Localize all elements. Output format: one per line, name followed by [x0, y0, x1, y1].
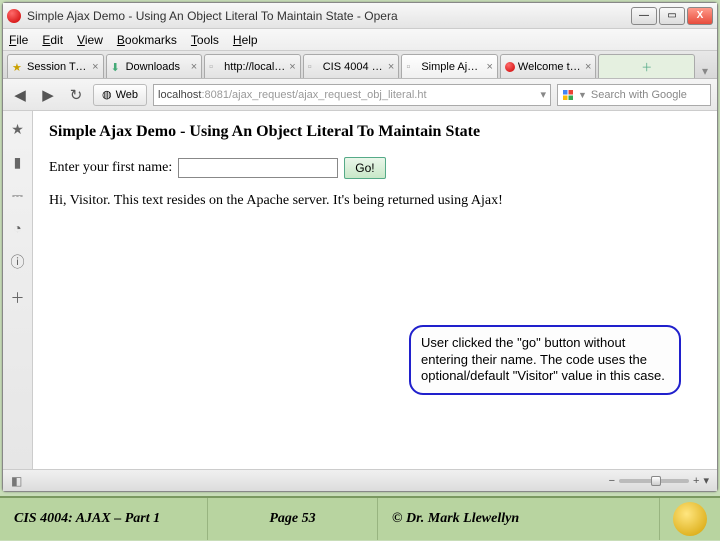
- url-host: localhost: [158, 89, 201, 101]
- sidebar-notes-icon[interactable]: ▮: [14, 154, 22, 171]
- sidebar-bookmarks-icon[interactable]: ★: [11, 121, 24, 138]
- maximize-button[interactable]: ▭: [659, 7, 685, 25]
- window-controls: — ▭ X: [631, 7, 713, 25]
- menu-help[interactable]: Help: [233, 33, 258, 47]
- page-content: Simple Ajax Demo - Using An Object Liter…: [33, 111, 717, 469]
- url-rest: :8081/ajax_request/ajax_request_obj_lite…: [201, 89, 426, 101]
- side-panel: ★ ▮ ⎓ ◔ ⓘ ＋: [3, 111, 33, 469]
- footer-page: Page 53: [208, 498, 378, 540]
- go-button[interactable]: Go!: [344, 157, 385, 179]
- page-heading: Simple Ajax Demo - Using An Object Liter…: [49, 123, 701, 141]
- tab-close-icon[interactable]: ×: [191, 61, 197, 73]
- zoom-in-button[interactable]: +: [693, 475, 699, 487]
- web-mode-button[interactable]: ◍ Web: [93, 84, 147, 106]
- tab-label: Downloads: [126, 61, 188, 73]
- doc-icon: ▫: [308, 61, 320, 73]
- tab-localhost[interactable]: ▫ http://local… ×: [204, 54, 301, 78]
- new-tab-button[interactable]: ＋: [598, 54, 695, 78]
- tab-label: http://local…: [224, 61, 286, 73]
- zoom-control: − + ▾: [609, 474, 709, 487]
- tab-label: Simple Ajax…: [421, 61, 483, 73]
- tab-welcome[interactable]: Welcome t… ×: [500, 54, 597, 78]
- ajax-result-text: Hi, Visitor. This text resides on the Ap…: [49, 193, 701, 209]
- dropdown-icon[interactable]: ▾: [540, 88, 546, 101]
- tab-session[interactable]: ★ Session Tra… ×: [7, 54, 104, 78]
- footer-logo: [660, 497, 720, 541]
- window-title: Simple Ajax Demo - Using An Object Liter…: [27, 9, 631, 23]
- tab-close-icon[interactable]: ×: [92, 61, 98, 73]
- tab-label: CIS 4004 - S…: [323, 61, 385, 73]
- navbar: ◀ ▶ ↻ ◍ Web localhost:8081/ajax_request/…: [3, 79, 717, 111]
- menu-file[interactable]: File: [9, 33, 28, 47]
- opera-logo-icon: [7, 9, 21, 23]
- menu-edit[interactable]: Edit: [42, 33, 63, 47]
- sidebar-add-icon[interactable]: ＋: [11, 288, 25, 308]
- annotation-callout: User clicked the "go" button without ent…: [409, 325, 681, 395]
- back-button[interactable]: ◀: [9, 84, 31, 106]
- star-icon: ★: [12, 61, 24, 73]
- zoom-out-button[interactable]: −: [609, 475, 615, 487]
- search-placeholder: Search with Google: [591, 89, 687, 101]
- name-prompt: Enter your first name:: [49, 160, 172, 176]
- doc-icon: ▫: [406, 61, 418, 73]
- web-label: Web: [116, 89, 138, 101]
- reload-button[interactable]: ↻: [65, 84, 87, 106]
- opera-icon: [505, 62, 515, 72]
- zoom-slider[interactable]: [619, 479, 689, 483]
- forward-button[interactable]: ▶: [37, 84, 59, 106]
- zoom-menu-icon[interactable]: ▾: [703, 474, 709, 487]
- tab-cis4004[interactable]: ▫ CIS 4004 - S… ×: [303, 54, 400, 78]
- doc-icon: ▫: [209, 61, 221, 73]
- sidebar-history-icon[interactable]: ◔: [13, 220, 21, 236]
- search-box[interactable]: ▼ Search with Google: [557, 84, 711, 106]
- body-row: ★ ▮ ⎓ ◔ ⓘ ＋ Simple Ajax Demo - Using An …: [3, 111, 717, 469]
- menu-tools[interactable]: Tools: [191, 33, 219, 47]
- tab-close-icon[interactable]: ×: [585, 61, 591, 73]
- footer-author: © Dr. Mark Llewellyn: [378, 498, 660, 540]
- google-icon: [562, 89, 574, 101]
- form-row: Enter your first name: Go!: [49, 157, 701, 179]
- tabs-menu-button[interactable]: ▾: [697, 64, 713, 78]
- menu-view[interactable]: View: [77, 33, 103, 47]
- address-bar[interactable]: localhost:8081/ajax_request/ajax_request…: [153, 84, 551, 106]
- tab-close-icon[interactable]: ×: [388, 61, 394, 73]
- sidebar-info-icon[interactable]: ⓘ: [11, 252, 25, 272]
- chevron-down-icon[interactable]: ▼: [578, 90, 587, 100]
- tab-close-icon[interactable]: ×: [289, 61, 295, 73]
- panel-toggle-icon[interactable]: ◧: [11, 474, 22, 488]
- minimize-button[interactable]: —: [631, 7, 657, 25]
- first-name-input[interactable]: [178, 158, 338, 178]
- tabstrip: ★ Session Tra… × ⬇ Downloads × ▫ http://…: [3, 51, 717, 79]
- pegasus-icon: [673, 502, 707, 536]
- zoom-thumb[interactable]: [651, 476, 661, 486]
- tab-label: Session Tra…: [27, 61, 89, 73]
- tab-close-icon[interactable]: ×: [486, 61, 492, 73]
- menu-bookmarks[interactable]: Bookmarks: [117, 33, 177, 47]
- globe-icon: ◍: [102, 88, 112, 101]
- statusbar: ◧ − + ▾: [3, 469, 717, 491]
- close-button[interactable]: X: [687, 7, 713, 25]
- tab-downloads[interactable]: ⬇ Downloads ×: [106, 54, 203, 78]
- sidebar-transfers-icon[interactable]: ⎓: [12, 187, 23, 204]
- tab-simple-ajax[interactable]: ▫ Simple Ajax… ×: [401, 54, 498, 78]
- tab-label: Welcome t…: [518, 61, 582, 73]
- footer-course: CIS 4004: AJAX – Part 1: [0, 498, 208, 540]
- titlebar[interactable]: Simple Ajax Demo - Using An Object Liter…: [3, 3, 717, 29]
- download-icon: ⬇: [111, 61, 123, 73]
- menubar: File Edit View Bookmarks Tools Help: [3, 29, 717, 51]
- slide-footer: CIS 4004: AJAX – Part 1 Page 53 © Dr. Ma…: [0, 496, 720, 540]
- browser-window: Simple Ajax Demo - Using An Object Liter…: [2, 2, 718, 492]
